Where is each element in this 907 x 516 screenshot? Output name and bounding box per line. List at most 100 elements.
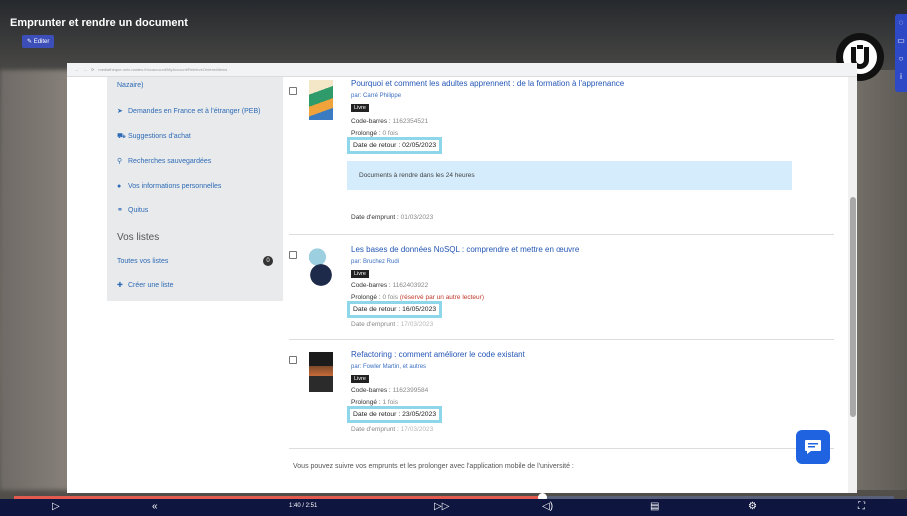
barcode-value: 1162354521: [392, 118, 429, 125]
reload-icon[interactable]: ⟳: [91, 67, 94, 72]
loan-title[interactable]: Pourquoi et comment les adultes apprenne…: [351, 79, 624, 88]
loan-extended: Prolongé : 1 fois: [351, 399, 398, 406]
fullscreen-icon[interactable]: ⛶: [858, 501, 865, 513]
loan-author[interactable]: par: Bruchez Rudi: [351, 259, 399, 265]
loan-checkbox[interactable]: [289, 87, 297, 95]
scrollbar[interactable]: [848, 77, 857, 493]
sidebar-item-peb[interactable]: ➤ Demandes en France et à l'étranger (PE…: [117, 108, 260, 115]
due-value: 02/05/2023: [402, 142, 437, 149]
loan-due-date: Date de retour : 02/05/2023: [347, 137, 443, 154]
due-value: 16/05/2023: [402, 306, 437, 313]
loan-author[interactable]: par: Fowler Martin, et autres: [351, 364, 426, 370]
sidebar-item-suggestions[interactable]: ⛟ Suggestions d'achat: [117, 133, 191, 140]
chat-button[interactable]: [796, 430, 830, 464]
scrollbar-thumb[interactable]: [850, 197, 856, 417]
loan-author[interactable]: par: Carré Philippe: [351, 93, 401, 99]
loan-checkbox[interactable]: [289, 356, 297, 364]
circle-icon[interactable]: ○: [895, 50, 907, 68]
settings-icon[interactable]: ⚙: [748, 501, 757, 513]
sidebar-item-label: Créer une liste: [128, 282, 174, 289]
loan-barcode: Code-barres : 1162354521: [351, 118, 428, 125]
loan-due-date: Date de retour : 16/05/2023: [347, 301, 443, 318]
edit-button-label: Editer: [33, 39, 50, 45]
rewind-icon[interactable]: «: [152, 501, 158, 513]
sidebar-item-quitus[interactable]: ⚭ Quitus: [117, 207, 148, 214]
video-player-frame: Emprunter et rendre un document ✎ Editer…: [0, 0, 907, 516]
loan-type-badge: Livre: [351, 104, 369, 112]
cart-icon: ⛟: [117, 133, 126, 140]
chat-bubble-icon: [805, 440, 821, 454]
lists-heading: Vos listes: [117, 232, 160, 243]
info-icon[interactable]: i: [895, 68, 907, 86]
loan-title[interactable]: Refactoring : comment améliorer le code …: [351, 350, 525, 359]
sidebar-item-partial[interactable]: Nazaire): [117, 82, 143, 89]
loan-borrow-date: Date d'emprunt : 17/03/2023: [351, 321, 433, 328]
sidebar-item-label: Suggestions d'achat: [128, 133, 191, 140]
borrow-label: Date d'emprunt :: [351, 426, 399, 433]
screen-icon[interactable]: ▭: [895, 32, 907, 50]
book-cover[interactable]: [309, 352, 333, 392]
sidebar-item-label: Vos informations personnelles: [128, 183, 222, 190]
chat-icon[interactable]: ◌: [895, 14, 907, 32]
edit-button[interactable]: ✎ Editer: [22, 35, 55, 48]
sidebar-item-saved-searches[interactable]: ⚲ Recherches sauvegardées: [117, 158, 211, 165]
handshake-icon: ⚭: [117, 207, 123, 214]
divider: [289, 339, 834, 340]
url-field[interactable]: mediatheque.univ-nantes.fr/ccaccount/MyA…: [98, 67, 227, 72]
player-controls: ▷ « 1:40 / 2:51 ▷▷ ◁) ▤ ⚙ ⛶: [0, 499, 907, 516]
due-label: Date de retour :: [353, 306, 401, 313]
extended-label: Prolongé :: [351, 130, 381, 137]
extended-value: 1 fois: [382, 399, 398, 406]
video-title: Emprunter et rendre un document: [10, 17, 188, 29]
fast-forward-icon[interactable]: ▷▷: [434, 501, 449, 513]
book-cover[interactable]: [309, 247, 333, 287]
sidebar-item-all-lists[interactable]: Toutes vos listes: [117, 258, 168, 265]
barcode-label: Code-barres :: [351, 118, 391, 125]
book-cover[interactable]: [309, 80, 333, 120]
borrow-value: 01/03/2023: [400, 214, 434, 221]
sidebar-item-label: Demandes en France et à l'étranger (PEB): [128, 108, 261, 115]
due-label: Date de retour :: [353, 411, 401, 418]
barcode-label: Code-barres :: [351, 282, 391, 289]
search-icon: ⚲: [117, 158, 123, 165]
borrow-label: Date d'emprunt :: [351, 214, 399, 221]
loan-borrow-date: Date d'emprunt : 17/03/2023: [351, 426, 433, 433]
loan-extended: Prolongé : 0 fois (réservé par un autre …: [351, 294, 484, 301]
loan-extended: Prolongé : 0 fois: [351, 130, 398, 137]
plus-icon: ✚: [117, 282, 123, 289]
browser-window: ← → ⟳ mediatheque.univ-nantes.fr/ccaccou…: [67, 63, 857, 493]
extended-label: Prolongé :: [351, 399, 381, 406]
user-icon: ●: [117, 183, 122, 190]
sidebar-item-personal-info[interactable]: ● Vos informations personnelles: [117, 183, 221, 190]
forward-icon[interactable]: →: [83, 67, 87, 72]
extended-value: 0 fois: [382, 294, 398, 301]
sidebar-item-label: Recherches sauvegardées: [128, 158, 212, 165]
loan-type-badge: Livre: [351, 270, 369, 278]
sidebar-partial-label: Nazaire): [117, 82, 144, 89]
loan-title[interactable]: Les bases de données NoSQL : comprendre …: [351, 245, 579, 254]
play-icon[interactable]: ▷: [52, 501, 60, 513]
extended-value: 0 fois: [382, 130, 398, 137]
extended-label: Prolongé :: [351, 294, 381, 301]
loan-borrow-date: Date d'emprunt : 01/03/2023: [351, 214, 433, 221]
sidebar-item-label: Quitus: [128, 207, 149, 214]
captions-icon[interactable]: ▤: [650, 501, 659, 513]
volume-icon[interactable]: ◁): [542, 501, 553, 513]
account-sidebar: Nazaire) ➤ Demandes en France et à l'étr…: [107, 77, 283, 301]
side-toolbar: ◌ ▭ ○ i: [895, 14, 907, 92]
due-alert: Documents à rendre dans les 24 heures: [347, 161, 792, 190]
borrow-value: 17/03/2023: [400, 321, 434, 328]
extended-note: (réservé par un autre lecteur): [399, 294, 484, 301]
barcode-value: 1162403922: [392, 282, 429, 289]
borrow-value: 17/03/2023: [400, 426, 434, 433]
loan-type-badge: Livre: [351, 375, 369, 383]
sidebar-item-create-list[interactable]: ✚ Créer une liste: [117, 282, 174, 289]
barcode-value: 1162399584: [392, 387, 429, 394]
barcode-label: Code-barres :: [351, 387, 391, 394]
due-label: Date de retour :: [353, 142, 401, 149]
loan-checkbox[interactable]: [289, 251, 297, 259]
back-icon[interactable]: ←: [75, 67, 79, 72]
mobile-app-note: Vous pouvez suivre vos emprunts et les p…: [293, 463, 574, 470]
divider: [289, 448, 834, 449]
loan-barcode: Code-barres : 1162399584: [351, 387, 428, 394]
